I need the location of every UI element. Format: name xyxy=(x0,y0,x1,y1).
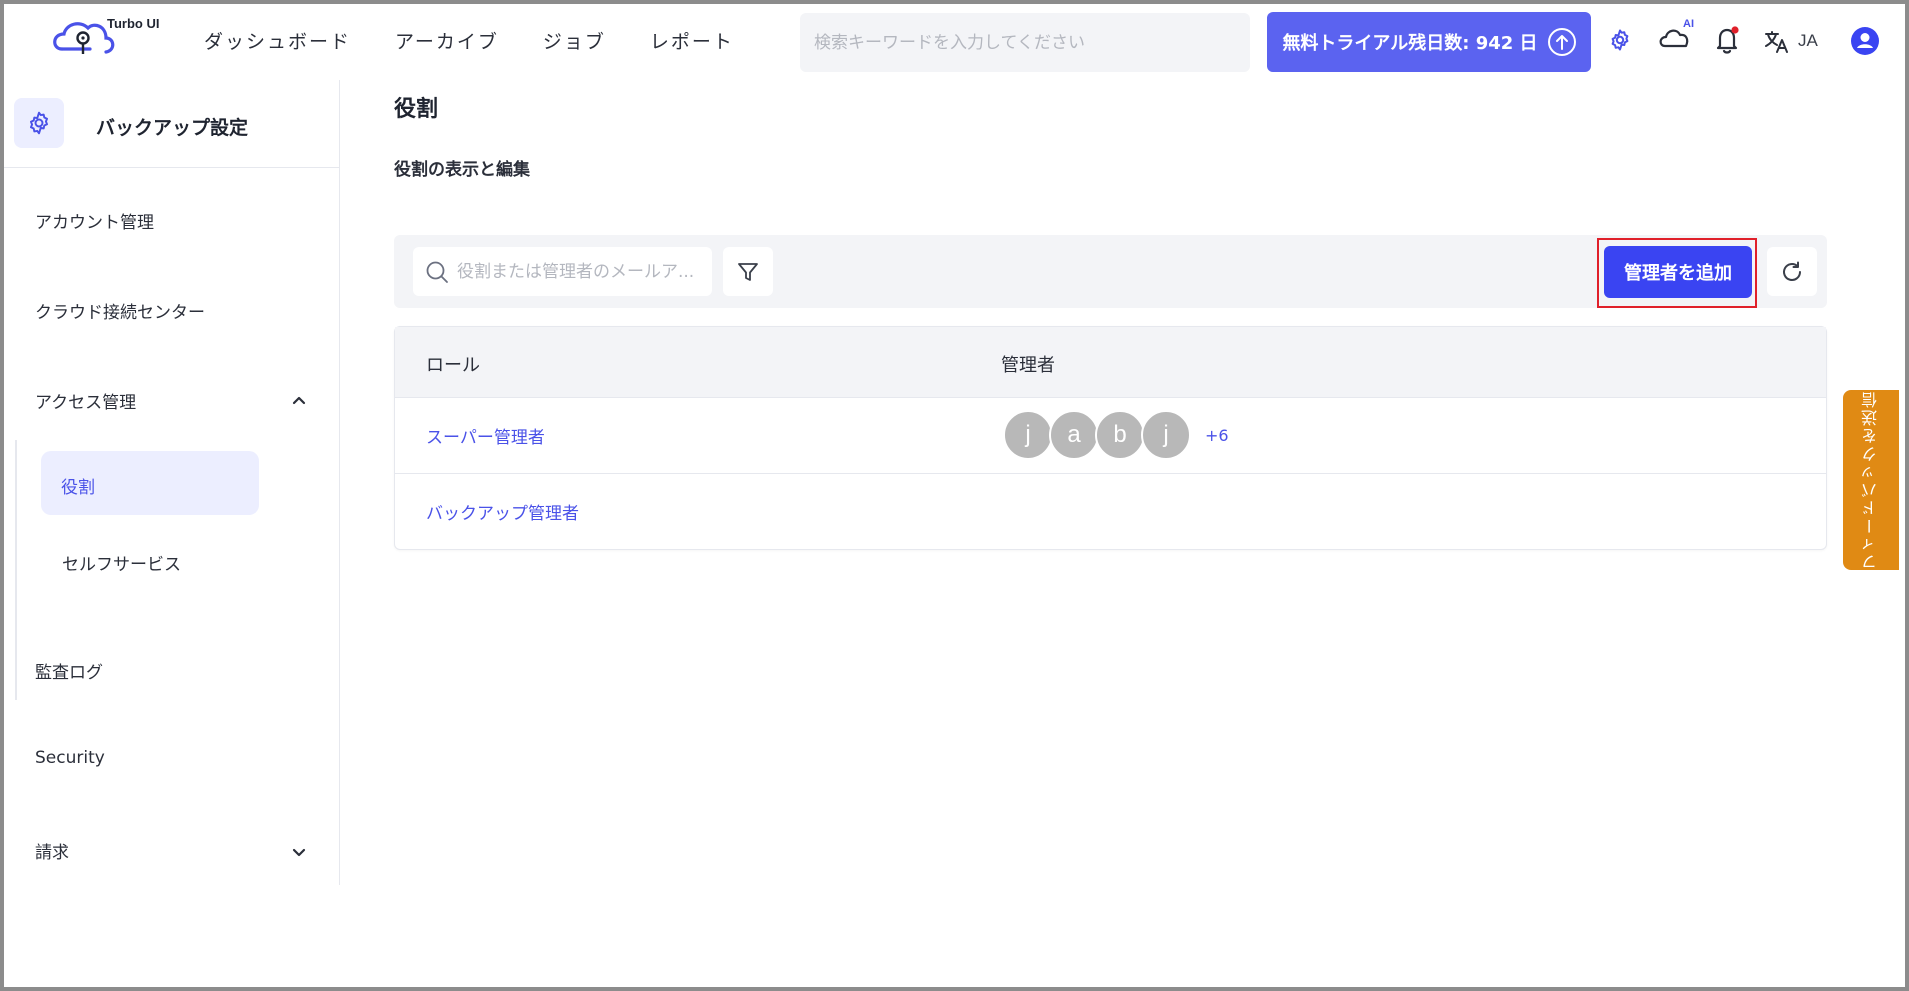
feedback-tab[interactable]: フィードバックを送信 xyxy=(1843,390,1899,570)
nav-reports[interactable]: レポート xyxy=(650,27,734,54)
nav-dashboard[interactable]: ダッシュボード xyxy=(204,27,351,54)
main-nav: ダッシュボード アーカイブ ジョブ レポート xyxy=(204,27,734,54)
language-label[interactable]: JA xyxy=(1798,31,1818,51)
section-title: 役割の表示と編集 xyxy=(394,160,530,180)
roles-search-input[interactable] xyxy=(457,261,697,282)
role-link-super-admin[interactable]: スーパー管理者 xyxy=(426,423,545,448)
search-icon xyxy=(426,261,448,283)
roles-table: ロール 管理者 スーパー管理者 j a b j +6 バックアップ管理者 xyxy=(394,326,1827,550)
filter-icon xyxy=(738,262,758,281)
filter-button[interactable] xyxy=(723,247,773,296)
backup-settings-gear-icon xyxy=(14,98,64,148)
sidebar-item-access-management[interactable]: アクセス管理 xyxy=(35,388,136,413)
add-admin-button[interactable]: 管理者を追加 xyxy=(1604,246,1752,298)
table-row: スーパー管理者 j a b j +6 xyxy=(395,398,1826,474)
nav-archive[interactable]: アーカイブ xyxy=(395,27,499,54)
table-row: バックアップ管理者 xyxy=(395,474,1826,550)
sidebar-title: バックアップ設定 xyxy=(96,117,249,139)
sidebar-item-account-management[interactable]: アカウント管理 xyxy=(35,208,154,233)
avatar[interactable]: a xyxy=(1049,410,1099,460)
admin-avatar-group: j a b j +6 xyxy=(1003,410,1229,460)
nav-jobs[interactable]: ジョブ xyxy=(543,27,606,54)
column-header-role: ロール xyxy=(426,355,480,376)
add-admin-highlight: 管理者を追加 xyxy=(1597,238,1757,308)
translate-icon[interactable] xyxy=(1763,28,1791,56)
refresh-button[interactable] xyxy=(1767,247,1817,296)
chevron-down-icon[interactable] xyxy=(289,842,309,862)
user-avatar-icon[interactable] xyxy=(1850,26,1880,56)
chevron-up-icon[interactable] xyxy=(289,390,309,410)
ai-cloud-icon[interactable]: AI xyxy=(1655,18,1695,56)
table-header: ロール 管理者 xyxy=(395,327,1826,398)
column-header-admins: 管理者 xyxy=(1001,355,1055,376)
trial-button[interactable]: 無料トライアル残日数: 942 日 xyxy=(1267,12,1591,72)
top-bar: Turbo UI ダッシュボード アーカイブ ジョブ レポート 無料トライアル残… xyxy=(0,0,1909,80)
global-search xyxy=(800,13,1250,72)
feedback-label: フィードバックを送信 xyxy=(1861,390,1880,570)
sidebar-subitem-self-service[interactable]: セルフサービス xyxy=(62,550,181,575)
submenu-guide-line xyxy=(15,440,17,700)
avatar[interactable]: b xyxy=(1095,410,1145,460)
sidebar-subitem-roles[interactable]: 役割 xyxy=(41,451,259,515)
trial-label: 無料トライアル残日数: 942 日 xyxy=(1282,33,1538,54)
sidebar-item-cloud-connection-center[interactable]: クラウド接続センター xyxy=(35,298,205,323)
avatar[interactable]: j xyxy=(1003,410,1053,460)
sidebar-item-audit-log[interactable]: 監査ログ xyxy=(35,658,103,683)
notification-bell-icon[interactable] xyxy=(1712,24,1742,56)
global-search-input[interactable] xyxy=(814,32,1236,53)
role-link-backup-admin[interactable]: バックアップ管理者 xyxy=(426,499,579,524)
more-admins-count[interactable]: +6 xyxy=(1205,426,1229,445)
roles-toolbar: 管理者を追加 xyxy=(394,235,1827,308)
ai-badge: AI xyxy=(1683,18,1694,30)
refresh-icon xyxy=(1783,261,1801,281)
sidebar-subitem-roles-label: 役割 xyxy=(61,478,95,498)
settings-gear-icon[interactable] xyxy=(1606,26,1634,54)
arrow-up-icon xyxy=(1547,28,1576,56)
sidebar-header: バックアップ設定 xyxy=(4,80,340,168)
logo-text: Turbo UI xyxy=(107,16,160,31)
sidebar: バックアップ設定 アカウント管理 クラウド接続センター アクセス管理 役割 セル… xyxy=(4,80,340,885)
sidebar-item-security[interactable]: Security xyxy=(35,748,105,768)
sidebar-item-billing[interactable]: 請求 xyxy=(35,838,69,863)
roles-search xyxy=(413,247,712,296)
avatar[interactable]: j xyxy=(1141,410,1191,460)
page-title: 役割 xyxy=(394,97,439,122)
